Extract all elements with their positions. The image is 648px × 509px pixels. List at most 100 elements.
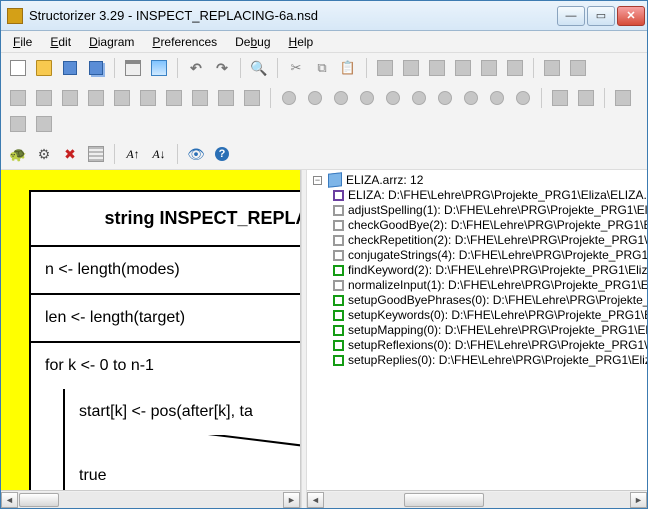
shape-btn-10[interactable]: [241, 87, 263, 109]
scroll-left-button[interactable]: ◄: [1, 492, 18, 508]
menu-help[interactable]: Help: [281, 33, 322, 51]
elem-btn-8[interactable]: [567, 57, 589, 79]
collapse-btn[interactable]: [549, 87, 571, 109]
saveall-button[interactable]: [85, 57, 107, 79]
titlebar[interactable]: Structorizer 3.29 - INSPECT_REPLACING-6a…: [1, 1, 647, 31]
separator: [114, 144, 115, 164]
paste-button[interactable]: 📋: [337, 57, 359, 79]
scroll-left-button[interactable]: ◄: [307, 492, 324, 508]
tree-item-label: setupReplies(0): D:\FHE\Lehre\PRG\Projek…: [348, 353, 647, 368]
shape-btn-7[interactable]: [163, 87, 185, 109]
tree-item[interactable]: checkGoodBye(2): D:\FHE\Lehre\PRG\Projek…: [331, 218, 647, 233]
tree-item[interactable]: findKeyword(2): D:\FHE\Lehre\PRG\Projekt…: [331, 263, 647, 278]
tree-item[interactable]: setupReplies(0): D:\FHE\Lehre\PRG\Projek…: [331, 353, 647, 368]
tree-item[interactable]: adjustSpelling(1): D:\FHE\Lehre\PRG\Proj…: [331, 203, 647, 218]
color-btn-6[interactable]: [408, 87, 430, 109]
tree-root[interactable]: − ELIZA.arrz: 12: [311, 172, 647, 188]
scroll-thumb[interactable]: [19, 493, 59, 507]
elem-btn-2[interactable]: [400, 57, 422, 79]
picture-button[interactable]: [148, 57, 170, 79]
print-button[interactable]: [122, 57, 144, 79]
shape-btn-1[interactable]: [7, 87, 29, 109]
close-button[interactable]: ✕: [617, 6, 645, 26]
color-btn-2[interactable]: [304, 87, 326, 109]
tree-item-label: checkRepetition(2): D:\FHE\Lehre\PRG\Pro…: [348, 233, 647, 248]
elem-btn-5[interactable]: [478, 57, 500, 79]
tree-item[interactable]: normalizeInput(1): D:\FHE\Lehre\PRG\Proj…: [331, 278, 647, 293]
shape-btn-8[interactable]: [189, 87, 211, 109]
grid-button[interactable]: [85, 143, 107, 165]
scroll-track[interactable]: [324, 492, 630, 508]
diagram-canvas[interactable]: string INSPECT_REPLACING n <- length(mod…: [1, 170, 300, 490]
redo-button[interactable]: ↷: [211, 57, 233, 79]
color-btn-5[interactable]: [382, 87, 404, 109]
shape-btn-6[interactable]: [137, 87, 159, 109]
diagram-row[interactable]: n <- length(modes): [31, 247, 300, 295]
executor-button[interactable]: ⚙: [33, 143, 55, 165]
elem-btn-3[interactable]: [426, 57, 448, 79]
routine-tree[interactable]: − ELIZA.arrz: 12 ELIZA: D:\FHE\Lehre\PRG…: [307, 170, 647, 490]
color-btn-1[interactable]: [278, 87, 300, 109]
scrollbar-horizontal[interactable]: ◄ ►: [307, 490, 647, 508]
color-btn-9[interactable]: [486, 87, 508, 109]
scroll-right-button[interactable]: ►: [283, 492, 300, 508]
fontdec-button[interactable]: A↓: [148, 143, 170, 165]
minimize-button[interactable]: —: [557, 6, 585, 26]
nsd-diagram[interactable]: string INSPECT_REPLACING n <- length(mod…: [29, 190, 300, 490]
diagram-title[interactable]: string INSPECT_REPLACING: [31, 192, 300, 247]
fontinc-button[interactable]: A↑: [122, 143, 144, 165]
copy-button[interactable]: ⧉: [311, 57, 333, 79]
help-button[interactable]: ?: [211, 143, 233, 165]
color-btn-7[interactable]: [434, 87, 456, 109]
turtle-button[interactable]: 🐢: [7, 143, 29, 165]
diagram-row[interactable]: len <- length(target): [31, 295, 300, 343]
stop-button[interactable]: ✖: [59, 143, 81, 165]
menu-edit[interactable]: Edit: [42, 33, 79, 51]
expand-btn[interactable]: [575, 87, 597, 109]
shape-btn-5[interactable]: [111, 87, 133, 109]
misc-btn-2[interactable]: [7, 113, 29, 135]
scroll-right-button[interactable]: ►: [630, 492, 647, 508]
tree-item[interactable]: conjugateStrings(4): D:\FHE\Lehre\PRG\Pr…: [331, 248, 647, 263]
tree-item[interactable]: ELIZA: D:\FHE\Lehre\PRG\Projekte_PRG1\El…: [331, 188, 647, 203]
misc-btn-1[interactable]: [612, 87, 634, 109]
cut-button[interactable]: ✂: [285, 57, 307, 79]
diagram-row[interactable]: for k <- 0 to n-1: [31, 343, 300, 389]
tree-item[interactable]: setupKeywords(0): D:\FHE\Lehre\PRG\Proje…: [331, 308, 647, 323]
elem-btn-4[interactable]: [452, 57, 474, 79]
tree-item[interactable]: setupGoodByePhrases(0): D:\FHE\Lehre\PRG…: [331, 293, 647, 308]
undo-button[interactable]: ↶: [185, 57, 207, 79]
tree-item[interactable]: setupMapping(0): D:\FHE\Lehre\PRG\Projek…: [331, 323, 647, 338]
scroll-thumb[interactable]: [404, 493, 484, 507]
color-btn-8[interactable]: [460, 87, 482, 109]
tree-item[interactable]: checkRepetition(2): D:\FHE\Lehre\PRG\Pro…: [331, 233, 647, 248]
shape-btn-3[interactable]: [59, 87, 81, 109]
collapse-icon[interactable]: −: [313, 176, 322, 185]
new-button[interactable]: [7, 57, 29, 79]
menu-debug[interactable]: Debug: [227, 33, 278, 51]
elem-btn-1[interactable]: [374, 57, 396, 79]
color-btn-3[interactable]: [330, 87, 352, 109]
color-btn-4[interactable]: [356, 87, 378, 109]
menu-preferences[interactable]: Preferences: [144, 33, 225, 51]
shape-btn-4[interactable]: [85, 87, 107, 109]
tree-item[interactable]: setupReflexions(0): D:\FHE\Lehre\PRG\Pro…: [331, 338, 647, 353]
toolbar: ↶ ↷ 🔍 ✂ ⧉ 📋: [1, 53, 647, 170]
color-btn-10[interactable]: [512, 87, 534, 109]
menu-file[interactable]: File: [5, 33, 40, 51]
open-button[interactable]: [33, 57, 55, 79]
shape-btn-2[interactable]: [33, 87, 55, 109]
elem-btn-6[interactable]: [504, 57, 526, 79]
scrollbar-horizontal[interactable]: ◄ ►: [1, 490, 300, 508]
show-button[interactable]: 👁: [185, 143, 207, 165]
diagram-row[interactable]: true: [65, 453, 300, 490]
save-button[interactable]: [59, 57, 81, 79]
diagram-row[interactable]: start[k] <- pos(after[k], ta: [65, 389, 300, 435]
maximize-button[interactable]: ▭: [587, 6, 615, 26]
find-button[interactable]: 🔍: [248, 57, 270, 79]
misc-btn-3[interactable]: [33, 113, 55, 135]
menu-diagram[interactable]: Diagram: [81, 33, 142, 51]
scroll-track[interactable]: [18, 492, 283, 508]
shape-btn-9[interactable]: [215, 87, 237, 109]
elem-btn-7[interactable]: [541, 57, 563, 79]
